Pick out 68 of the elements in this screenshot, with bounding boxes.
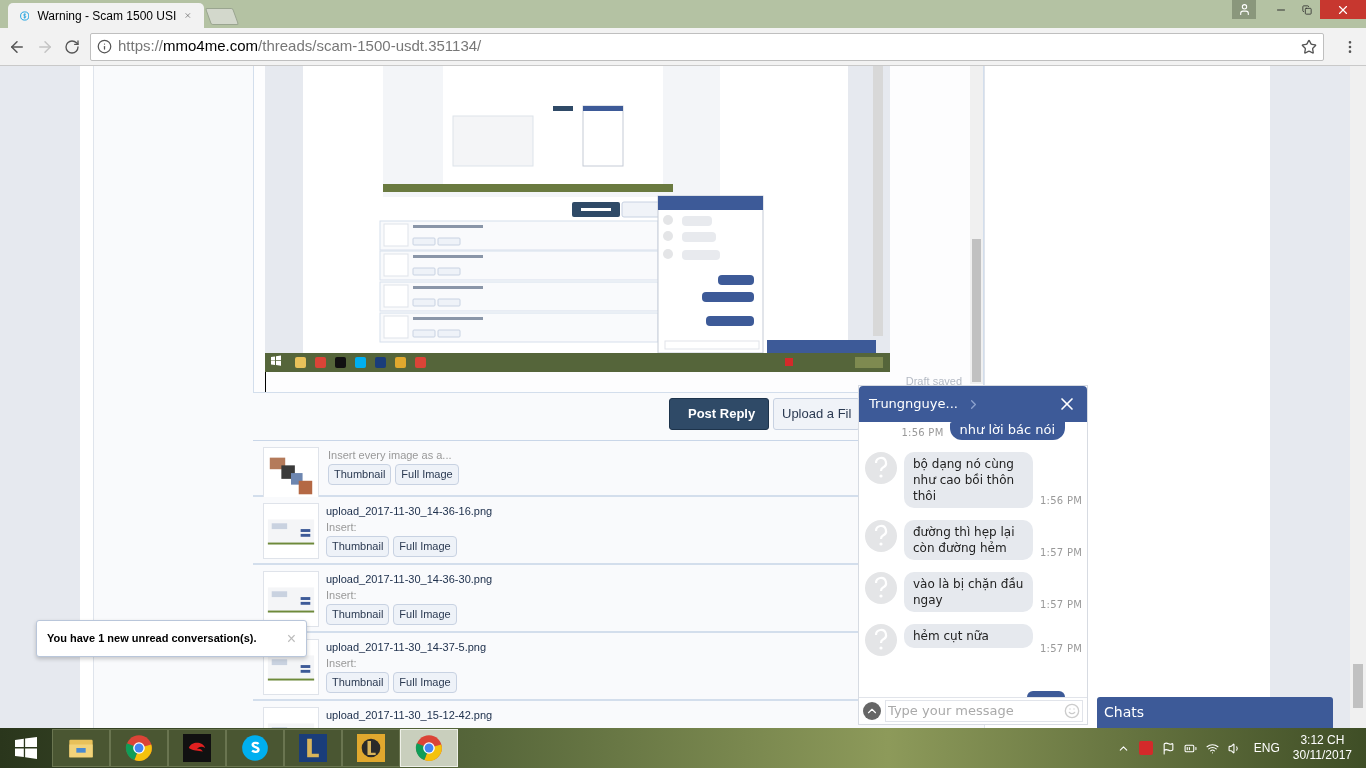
user-profile-button[interactable] bbox=[1232, 0, 1256, 19]
insert-button[interactable]: Thumbnail bbox=[326, 604, 390, 625]
received-message-bubble: vào là bị chặn đầu ngay bbox=[904, 572, 1033, 612]
url-text: https://mmo4me.com/threads/scam-1500-usdt.351134/ bbox=[118, 36, 482, 57]
input-language[interactable]: ENG bbox=[1253, 739, 1280, 757]
file-name-link[interactable]: upload_2017-11-30_14-37-5.png bbox=[326, 639, 487, 655]
reload-icon[interactable] bbox=[64, 38, 80, 55]
insert-button[interactable]: Full Image bbox=[395, 464, 459, 485]
sent-message-bubble bbox=[1027, 691, 1065, 697]
question-mark-avatar-icon bbox=[865, 520, 897, 552]
volume-icon[interactable] bbox=[1227, 741, 1241, 755]
user-icon bbox=[1237, 3, 1251, 16]
browser-icon[interactable] bbox=[415, 734, 443, 762]
taskbar-button[interactable] bbox=[52, 729, 110, 767]
bookmark-star-icon[interactable] bbox=[1301, 38, 1317, 55]
insert-button[interactable]: Thumbnail bbox=[328, 464, 392, 485]
taskbar-button[interactable] bbox=[168, 729, 226, 767]
message-time: 1:57 PM bbox=[1040, 598, 1083, 612]
taskbar-button[interactable] bbox=[342, 729, 400, 767]
restore-icon bbox=[1302, 4, 1312, 15]
insert-button[interactable]: Full Image bbox=[393, 672, 457, 693]
insert-label: Insert: bbox=[326, 656, 358, 671]
file-name-link[interactable]: upload_2017-11-30_14-36-30.png bbox=[326, 571, 493, 587]
message-time: 1:57 PM bbox=[1040, 546, 1083, 560]
message-time: 1:57 PM bbox=[1040, 642, 1083, 656]
flag-icon[interactable] bbox=[1161, 741, 1175, 755]
upload-file-button[interactable]: Upload a Fil bbox=[773, 398, 861, 430]
chat-app-icon[interactable] bbox=[241, 734, 269, 762]
insert-button[interactable]: Thumbnail bbox=[326, 672, 390, 693]
browser-tab[interactable]: Warning - Scam 1500 USI bbox=[8, 3, 204, 28]
taskbar-button[interactable] bbox=[284, 729, 342, 767]
insert-label: Insert: bbox=[326, 520, 358, 535]
taskbar-button[interactable] bbox=[110, 729, 168, 767]
received-message-bubble: đường thì hẹp lại còn đường hẻm bbox=[904, 520, 1033, 560]
text-cursor bbox=[265, 372, 266, 392]
expand-icon[interactable] bbox=[863, 702, 881, 720]
screenshot-thumbnail bbox=[263, 503, 319, 559]
sent-message-bubble: như lời bác nói bbox=[949, 422, 1065, 440]
message-time: 1:56 PM bbox=[901, 426, 944, 440]
post-reply-button[interactable]: Post Reply bbox=[669, 398, 769, 430]
insert-button[interactable]: Thumbnail bbox=[326, 536, 390, 557]
insert-button[interactable]: Full Image bbox=[393, 536, 457, 557]
windows-start-icon[interactable] bbox=[15, 737, 37, 759]
file-name-link[interactable]: upload_2017-11-30_14-36-16.png bbox=[326, 503, 493, 519]
game-icon[interactable] bbox=[299, 734, 327, 762]
question-mark-avatar-icon bbox=[865, 572, 897, 604]
received-message-bubble: bộ dạng nó cùng như cao bồi thôn thôi bbox=[904, 452, 1033, 508]
taskbar-button[interactable] bbox=[226, 729, 284, 767]
received-message-bubble: hẻm cụt nữa bbox=[904, 624, 1033, 648]
tab-title: Warning - Scam 1500 USI bbox=[37, 7, 177, 25]
insert-label: Insert: bbox=[326, 588, 358, 603]
notification-text: You have 1 new unread conversation(s). bbox=[47, 631, 257, 647]
file-name-link[interactable]: upload_2017-11-30_15-12-42.png bbox=[326, 707, 493, 723]
question-mark-avatar-icon bbox=[865, 452, 897, 484]
chats-bar[interactable]: Chats bbox=[1097, 697, 1333, 728]
info-icon[interactable] bbox=[97, 39, 112, 54]
game-launcher-icon[interactable] bbox=[183, 734, 211, 762]
address-bar[interactable]: https://mmo4me.com/threads/scam-1500-usdt.351134/ bbox=[90, 32, 1324, 61]
message-input[interactable]: Type your message bbox=[885, 700, 1083, 722]
browser-icon[interactable] bbox=[125, 734, 153, 762]
network-icon[interactable] bbox=[1205, 741, 1219, 755]
clock[interactable]: 3:12 CH 30/11/2017 bbox=[1292, 733, 1352, 763]
question-mark-avatar-icon bbox=[865, 624, 897, 656]
insert-button[interactable]: Full Image bbox=[393, 604, 457, 625]
message-time: 1:56 PM bbox=[1040, 494, 1083, 508]
insert-hint: Insert every image as a... bbox=[328, 448, 453, 463]
game-client-icon[interactable] bbox=[357, 734, 385, 762]
draft-status: Draft saved bbox=[905, 373, 962, 389]
